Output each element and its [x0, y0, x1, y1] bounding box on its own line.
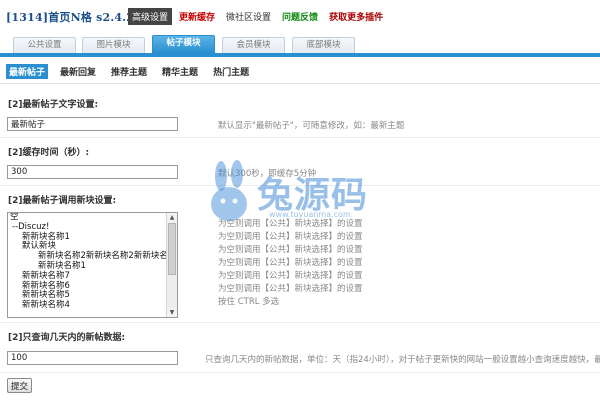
- ctrl-multiselect-hint: 按住 CTRL 多选: [218, 297, 280, 307]
- separator: [0, 372, 600, 373]
- block-hint: 为空则调用【公共】新块选择】的设置: [218, 271, 363, 281]
- block-select-list[interactable]: 空 --Discuz! 新新块名称1 默认新块 新新块名称2新新块名称2新新块名…: [7, 212, 178, 318]
- latest-posts-text-input[interactable]: [7, 117, 178, 131]
- separator: [0, 322, 600, 323]
- separator: [0, 185, 600, 186]
- main-tabs: 公共设置 图片模块 帖子模块 会员模块 底部模块: [0, 35, 600, 53]
- header: [1314]首页N格 s2.4.2 高级设置 更新缓存 微社区设置 问题反馈 获…: [0, 0, 600, 34]
- tab-bar: [0, 53, 600, 57]
- subtabs: 最新帖子 最新回复 推荐主题 精华主题 热门主题: [6, 64, 261, 79]
- submit-button[interactable]: 提交: [7, 378, 32, 393]
- subtab-recommended-topics[interactable]: 推荐主题: [108, 64, 150, 79]
- tab-member-module[interactable]: 会员模块: [222, 37, 285, 53]
- update-cache-link[interactable]: 更新缓存: [175, 8, 219, 25]
- query-days-input[interactable]: [7, 351, 178, 365]
- cache-time-input[interactable]: [7, 165, 178, 179]
- top-links: 高级设置 更新缓存 微社区设置 问题反馈 获取更多插件: [128, 8, 390, 25]
- cache-hint: 默认300秒，即缓存5分钟: [218, 169, 317, 179]
- block-hint: 为空则调用【公共】新块选择】的设置: [218, 232, 363, 242]
- section-title-cache: [2]缓存时间（秒）:: [8, 148, 90, 158]
- advanced-settings-link[interactable]: 高级设置: [128, 8, 173, 25]
- days-hint: 只查询几天内的新帖数据，单位：天（指24小时），对于帖子更新快的网站一般设置越小…: [205, 355, 600, 365]
- list-option[interactable]: 新新块名称2新新块名称2新新块名称: [8, 251, 177, 262]
- subtab-hot-topics[interactable]: 热门主题: [210, 64, 252, 79]
- tab-bottom-module[interactable]: 底部模块: [292, 37, 355, 53]
- scroll-down-arrow-icon[interactable]: ▼: [167, 308, 177, 317]
- block-hint: 为空则调用【公共】新块选择】的设置: [218, 245, 363, 255]
- section-title-text: [2]最新帖子文字设置:: [8, 100, 99, 110]
- subtab-latest-posts[interactable]: 最新帖子: [6, 64, 49, 79]
- subtab-featured-topics[interactable]: 精华主题: [159, 64, 201, 79]
- tab-image-module[interactable]: 图片模块: [82, 37, 145, 53]
- subtab-divider: [0, 83, 600, 84]
- tab-public-settings[interactable]: 公共设置: [13, 37, 76, 53]
- feedback-link[interactable]: 问题反馈: [278, 8, 322, 25]
- block-hint: 为空则调用【公共】新块选择】的设置: [218, 284, 363, 294]
- scroll-thumb[interactable]: [168, 223, 176, 275]
- subtab-latest-replies[interactable]: 最新回复: [57, 64, 99, 79]
- separator: [0, 137, 600, 138]
- list-option[interactable]: 新新块名称4: [8, 300, 177, 311]
- block-hint: 为空则调用【公共】新块选择】的设置: [218, 258, 363, 268]
- list-scrollbar[interactable]: ▲ ▼: [166, 213, 177, 317]
- micro-community-settings-link[interactable]: 微社区设置: [222, 8, 275, 25]
- text-hint: 默认显示"最新帖子"，可随意修改，如：最新主题: [218, 121, 405, 131]
- block-hint: 为空则调用【公共】新块选择】的设置: [218, 219, 363, 229]
- section-title-days: [2]只查询几天内的新帖数据:: [8, 333, 126, 343]
- section-title-blocks: [2]最新帖子调用新块设置:: [8, 196, 117, 206]
- scroll-up-arrow-icon[interactable]: ▲: [167, 213, 177, 222]
- more-plugins-link[interactable]: 获取更多插件: [325, 8, 387, 25]
- tab-post-module[interactable]: 帖子模块: [152, 35, 215, 53]
- app-title: [1314]首页N格 s2.4.2: [6, 11, 135, 24]
